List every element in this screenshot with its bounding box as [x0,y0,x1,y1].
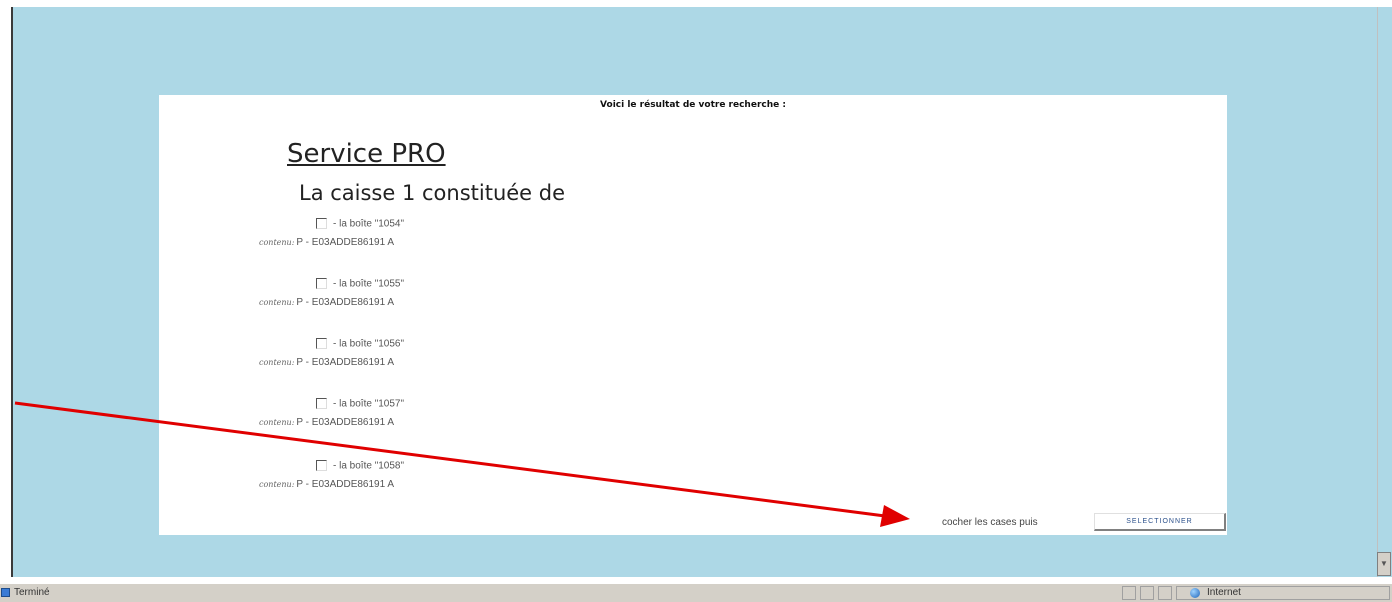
arrow-shaft [14,401,886,518]
annotation-arrow [14,401,910,527]
arrow-head [880,505,910,527]
